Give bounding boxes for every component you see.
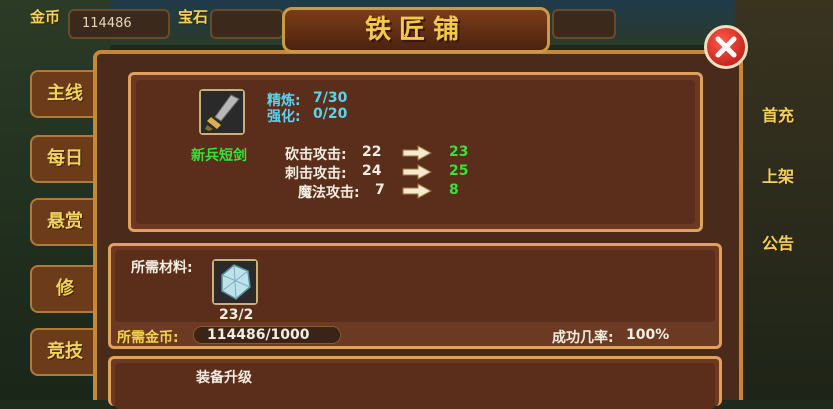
upgrade-label[interactable]: 装备升级 [196, 367, 252, 387]
background-right [735, 0, 833, 400]
arrow-right-icon [402, 183, 432, 199]
gem-label: 宝石 [178, 8, 209, 26]
crystal-icon [214, 261, 256, 303]
enhance-label: 强化: [267, 109, 301, 125]
stat-label-pierce: 刺击攻击: [285, 166, 347, 182]
stat-next-pierce: 25 [449, 163, 469, 179]
right-menu-first-recharge[interactable]: 首充 [748, 102, 808, 126]
gold-value: 114486 [82, 16, 132, 31]
material-count: 23/2 [219, 307, 254, 323]
success-rate-label: 成功几率: [552, 330, 614, 346]
arrow-right-icon [402, 145, 432, 161]
close-icon [715, 36, 737, 58]
gold-required-value: 114486/1000 [207, 327, 310, 343]
gold-counter: 114486 [68, 9, 170, 39]
side-menu-daily[interactable]: 每日 [30, 135, 100, 183]
success-rate-value: 100% [626, 327, 670, 343]
right-menu-listing[interactable]: 上架 [748, 163, 808, 187]
stat-current-slash: 22 [362, 144, 382, 160]
arrow-right-icon [402, 164, 432, 180]
stat-next-magic: 8 [449, 182, 459, 198]
right-menu-notice[interactable]: 公告 [748, 230, 808, 254]
side-menu-main[interactable]: 主线 [30, 70, 100, 118]
stat-label-slash: 砍击攻击: [285, 147, 347, 163]
close-button[interactable] [704, 25, 748, 69]
gem-counter [210, 9, 284, 39]
side-menu-arena[interactable]: 竞技 [30, 328, 100, 376]
side-menu-bounty[interactable]: 悬赏 [30, 198, 100, 246]
side-menu-cultivate[interactable]: 修 [30, 265, 100, 313]
enhance-value: 0/20 [313, 106, 348, 122]
gold-label: 金币 [30, 8, 61, 26]
window-title: 铁匠铺 [364, 15, 467, 45]
refine-value: 7/30 [313, 90, 348, 106]
item-name: 新兵短剑 [191, 148, 247, 164]
stat-label-magic: 魔法攻击: [298, 185, 360, 201]
extra-counter [552, 9, 616, 39]
stat-current-pierce: 24 [362, 163, 382, 179]
title-plate: 铁匠铺 [282, 7, 550, 53]
materials-label: 所需材料: [131, 260, 193, 276]
stat-current-magic: 7 [375, 182, 385, 198]
gold-required-label: 所需金币: [117, 330, 179, 346]
short-sword-icon [201, 91, 243, 133]
stat-next-slash: 23 [449, 144, 469, 160]
material-slot[interactable] [212, 259, 258, 305]
item-slot[interactable] [199, 89, 245, 135]
